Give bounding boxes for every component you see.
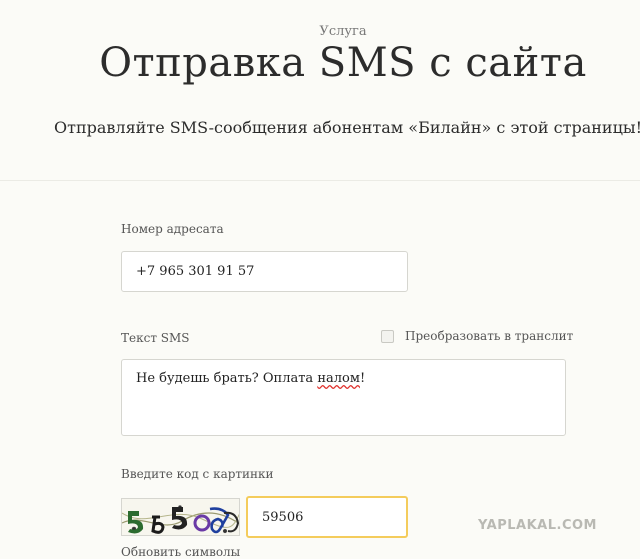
page-title: Отправка SMS с сайта bbox=[99, 40, 587, 86]
translit-label: Преобразовать в транслит bbox=[405, 329, 574, 343]
spellcheck-underline: налом bbox=[317, 371, 360, 386]
translit-checkbox[interactable] bbox=[381, 329, 394, 343]
watermark: YAPLAKAL.COM bbox=[478, 518, 597, 533]
translit-option[interactable]: Преобразовать в транслит bbox=[381, 329, 573, 343]
captcha-value: 59506 bbox=[262, 509, 304, 525]
page-subtitle: Отправляйте SMS-сообщения абонентам «Бил… bbox=[54, 118, 640, 137]
sms-label: Текст SMS bbox=[121, 331, 190, 345]
phone-value: +7 965 301 91 57 bbox=[136, 264, 255, 279]
refresh-captcha-link[interactable]: Обновить символы bbox=[121, 545, 240, 559]
sms-textarea[interactable]: Не будешь брать? Оплата налом! bbox=[121, 359, 566, 436]
page-header: Услуга Отправка SMS с сайта Отправляйте … bbox=[0, 0, 640, 181]
service-eyebrow: Услуга bbox=[319, 24, 367, 39]
captcha-input[interactable]: 59506 bbox=[246, 496, 408, 538]
phone-label: Номер адресата bbox=[121, 222, 224, 236]
sms-text-value: Не будешь брать? Оплата налом! bbox=[136, 371, 366, 386]
captcha-label: Введите код с картинки bbox=[121, 467, 274, 481]
captcha-picture bbox=[122, 505, 239, 534]
captcha-image bbox=[121, 498, 240, 536]
phone-input[interactable]: +7 965 301 91 57 bbox=[121, 251, 408, 292]
